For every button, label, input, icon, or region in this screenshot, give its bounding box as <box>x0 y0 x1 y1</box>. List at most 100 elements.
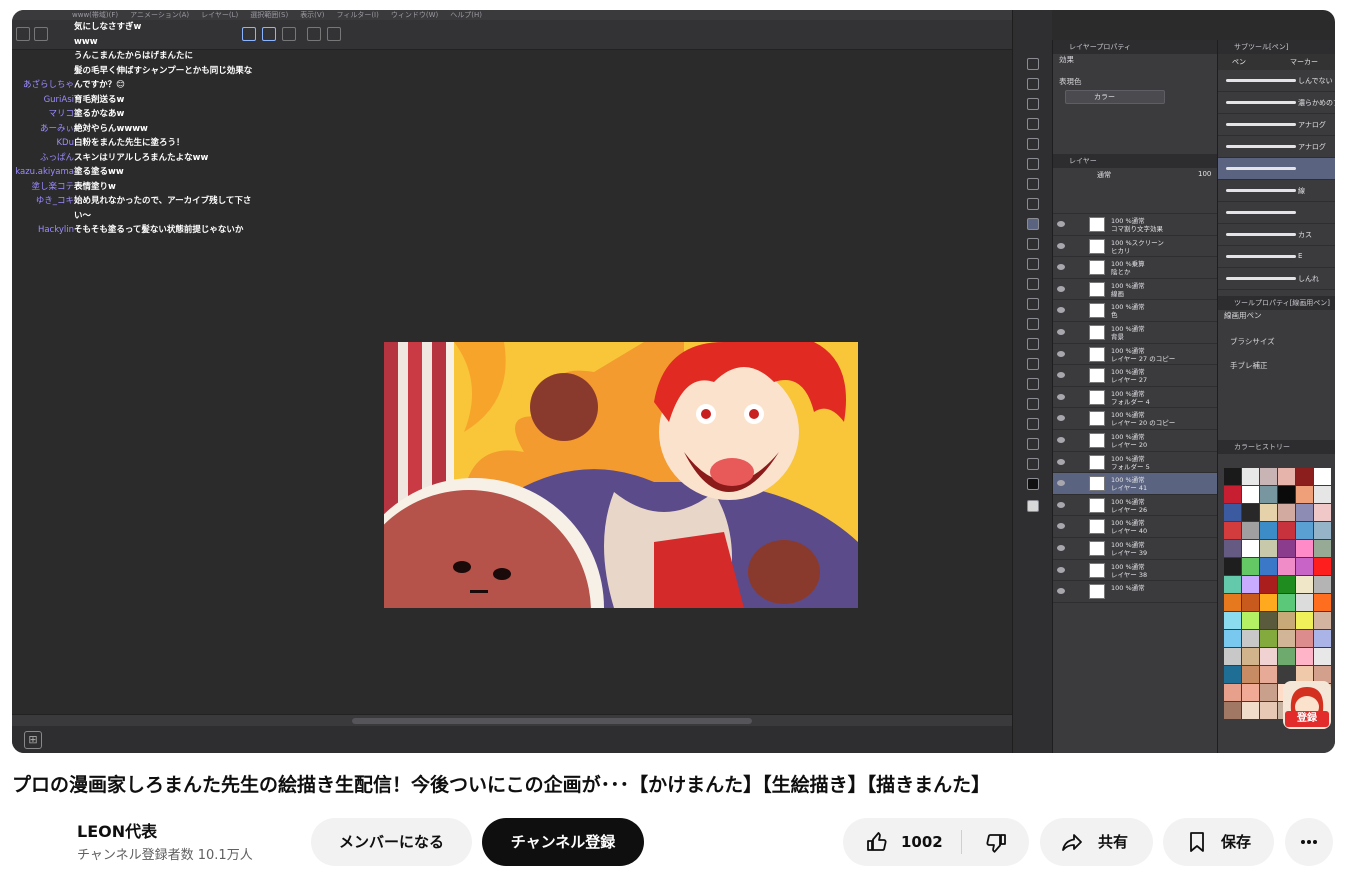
chat-text: んですか？😊 <box>74 80 125 90</box>
chat-message: 塗し楽コテ 表情塗りw <box>12 180 272 195</box>
color-swatch <box>1296 612 1313 629</box>
chat-message: うんこまんたからはげまんたに <box>12 49 272 64</box>
thumbs-up-icon <box>867 832 887 851</box>
color-swatch <box>1224 630 1241 647</box>
more-horizontal-icon <box>1301 840 1317 844</box>
layer-name: 100 %通常 レイヤー 20 <box>1111 432 1148 449</box>
subtool-panel: サブツール[ペン] ペン マーカー しんでない濃らかめのアナログ風線アナログアナ… <box>1217 40 1335 753</box>
chat-message: Hackylin そもそも塗るって髪ない状態前提じゃないか <box>12 223 272 238</box>
brush-stroke-preview <box>1226 277 1296 280</box>
chat-message: い〜 <box>12 209 272 224</box>
color-swatch <box>1260 702 1277 719</box>
chat-author: あざらしちゃ <box>22 80 74 90</box>
fill-icon <box>1027 318 1039 330</box>
brush-item: アナログ <box>1218 114 1335 136</box>
chat-text: 白粉をまんた先生に塗ろう！ <box>74 138 185 148</box>
color-swatch <box>1314 594 1331 611</box>
save-label: 保存 <box>1221 833 1252 851</box>
eye-icon <box>1057 544 1065 551</box>
lasso-icon <box>1027 138 1039 150</box>
color-swatch <box>1296 630 1313 647</box>
brush-item: 線 <box>1218 180 1335 202</box>
subtool-title: サブツール[ペン] <box>1218 40 1335 54</box>
channel-name[interactable]: LEON代表 <box>77 818 157 842</box>
channel-avatar[interactable] <box>12 818 60 866</box>
layer-row: 100 %通常 レイヤー 40 <box>1053 516 1217 538</box>
sub-color-icon <box>1027 500 1039 512</box>
balloon-icon <box>1027 438 1039 450</box>
layer-row: 100 %通常 <box>1053 581 1217 603</box>
chat-text: www <box>74 36 98 47</box>
color-swatch <box>1260 540 1277 557</box>
eye-icon <box>1057 372 1065 379</box>
layer-name: 100 %通常 フォルダー 4 <box>1111 389 1150 406</box>
color-swatch <box>1314 576 1331 593</box>
chat-message: マリコ 塗るかなあw <box>12 107 272 122</box>
color-swatch <box>1314 630 1331 647</box>
color-swatch <box>1314 558 1331 575</box>
save-button[interactable]: 保存 <box>1163 818 1274 866</box>
eye-icon <box>1057 242 1065 249</box>
chat-author: Hackylin <box>37 225 74 235</box>
pen-icon <box>1027 198 1039 210</box>
frame-icon <box>1027 378 1039 390</box>
layer-thumbnail <box>1089 238 1105 254</box>
chat-author: kazu.akiyama <box>15 167 74 177</box>
chat-author: ふっぱん <box>39 152 74 163</box>
layer-thumbnail <box>1089 540 1105 556</box>
eye-icon <box>1057 307 1065 314</box>
chat-author: KDu <box>56 138 74 148</box>
layer-row: 100 %通常 レイヤー 41 <box>1053 473 1217 495</box>
layer-row: 100 %通常 レイヤー 20 <box>1053 430 1217 452</box>
dislike-button[interactable] <box>962 818 1029 866</box>
artwork-illustration <box>384 342 858 608</box>
layer-row: 100 %通常 レイヤー 26 <box>1053 495 1217 517</box>
tool-property-brush: 線画用ペン <box>1224 311 1262 320</box>
brush-item: しんれ <box>1218 268 1335 290</box>
share-button[interactable]: 共有 <box>1040 818 1153 866</box>
color-swatch <box>1260 504 1277 521</box>
like-button[interactable]: 1002 <box>843 818 961 866</box>
color-swatch <box>1296 486 1313 503</box>
eye-icon <box>1057 480 1065 487</box>
color-swatch <box>1224 594 1241 611</box>
color-swatch <box>1224 522 1241 539</box>
layer-name: 100 %通常 レイヤー 27 のコピー <box>1111 346 1176 363</box>
brush-stroke-preview <box>1226 233 1296 236</box>
video-player[interactable]: www(帯域)(F) アニメーション(A) レイヤー(L) 選択範囲(S) 表示(V) フ… <box>12 10 1335 753</box>
eye-icon <box>1057 501 1065 508</box>
layer-name: 100 %通常 レイヤー 41 <box>1111 476 1148 493</box>
eye-icon <box>1057 588 1065 595</box>
brush-item: 濃らかめのアナログ風線 <box>1218 92 1335 114</box>
subscriber-count: チャンネル登録者数 10.1万人 <box>77 848 253 863</box>
expression-color-label: 表現色 <box>1059 77 1082 86</box>
brush-item: アナログ <box>1218 136 1335 158</box>
layer-name: 100 %通常 レイヤー 26 <box>1111 497 1148 514</box>
video-title: プロの漫画家しろまんた先生の絵描き生配信！今後ついにこの企画が･･･【かけまんた… <box>12 774 991 796</box>
color-swatch <box>1242 576 1259 593</box>
color-swatch <box>1278 504 1295 521</box>
color-swatch <box>1278 540 1295 557</box>
eye-icon <box>1057 264 1065 271</box>
subscribe-button[interactable]: チャンネル登録 <box>482 818 644 866</box>
layer-property-title: レイヤープロパティ <box>1053 40 1217 54</box>
color-swatch <box>1260 486 1277 503</box>
layer-list: 100 %通常 コマ割り文字効果 100 %スクリーン ヒカリ 100 %乗算 陰と… <box>1053 214 1217 603</box>
color-swatch <box>1242 504 1259 521</box>
more-actions-button[interactable] <box>1285 818 1333 866</box>
like-count: 1002 <box>901 833 943 851</box>
eye-icon <box>1057 436 1065 443</box>
join-button[interactable]: メンバーになる <box>311 818 472 866</box>
layer-row: 100 %通常 線画 <box>1053 279 1217 301</box>
app-menu-item: www(帯域)(F) <box>72 11 119 19</box>
brush-name: E <box>1298 252 1303 260</box>
subscribe-watermark[interactable]: 登録 <box>1283 681 1331 729</box>
bookmark-icon <box>1190 832 1204 852</box>
layer-thumbnail <box>1089 368 1105 384</box>
chat-author: 塗し楽コテ <box>31 181 74 192</box>
zoom-icon <box>1027 58 1039 70</box>
brush-stroke-preview <box>1226 79 1296 82</box>
layer-thumbnail <box>1089 389 1105 405</box>
color-swatch <box>1314 486 1331 503</box>
color-swatch <box>1260 666 1277 683</box>
